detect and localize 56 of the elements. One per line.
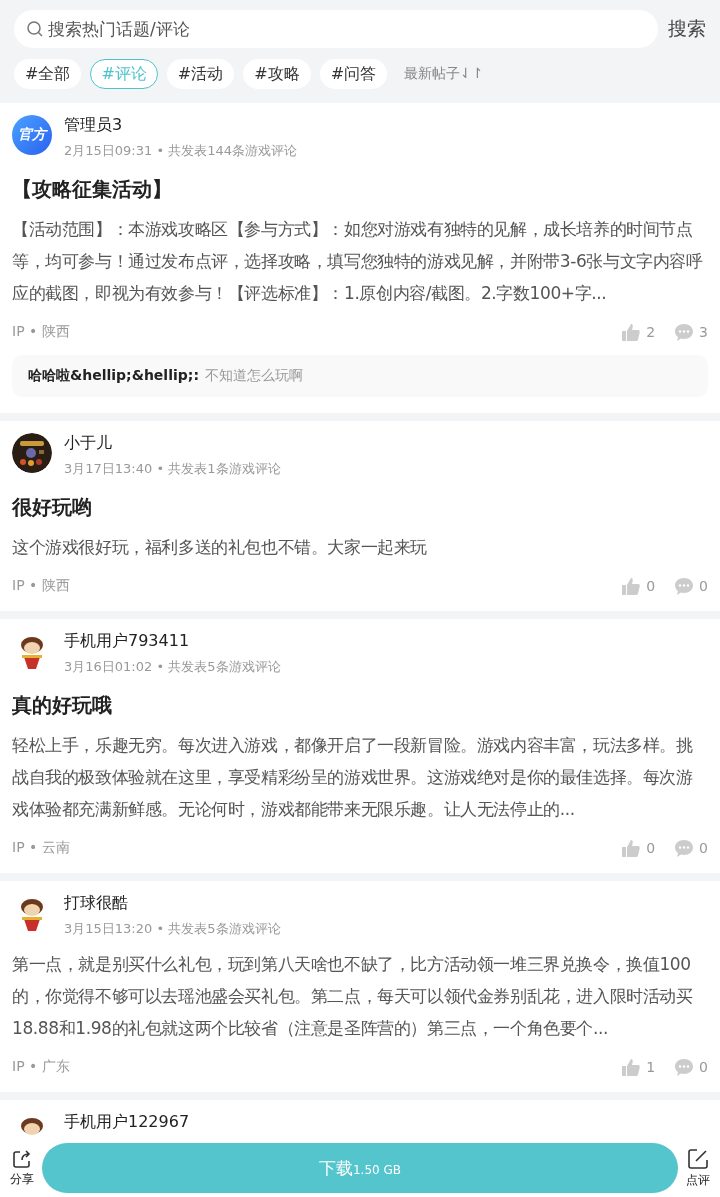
tag-chip[interactable]: #全部: [14, 59, 82, 89]
like-count: 0: [646, 578, 656, 594]
user-name: 管理员3: [64, 115, 124, 136]
comment-count: 0: [699, 1059, 708, 1075]
post-meta: 3月15日13:20 • 共发表5条游戏评论: [64, 920, 281, 938]
edit-icon: [687, 1147, 709, 1170]
post-card[interactable]: 手机用户122967 分享 下载1.50 GB 点评: [0, 1100, 720, 1197]
post-body: 第一点，就是别买什么礼包，玩到第八天啥也不缺了，比方活动领一堆三界兑换令，换值100的，你觉得不够可以去瑶池盛会买礼包。第二点，每天可以领代金券别乱花，进入限时活动买18.88和1.98的礼包就这两个比较省（注意是圣阵营的）第三点，一个角色要个...: [12, 953, 694, 1040]
thumbs-up-icon[interactable]: [622, 839, 641, 857]
post-body: 【活动范围】：本游戏攻略区【参与方式】：如您对游戏有独特的见解，成长培养的时间节点等，均可参与！通过发布点评，选择攻略，填写您独特的游戏见解，并附带3-6张与文字内容呼应的截图，即视为有效参与！【评选标准】：1.原创内容/截图。2.字数100+字...: [12, 218, 704, 305]
post-body: 轻松上手，乐趣无穷。每次进入游戏，都像开启了一段新冒险。游戏内容丰富，玩法多样。挑战自我的极致体验就在这里，享受精彩纷呈的游戏世界。这游戏绝对是你的最佳选择。每次游戏体验都充满新鲜感。无论何时，游戏都能带来无限乐趣。让人无法停止的...: [12, 734, 694, 821]
tag-chip[interactable]: #活动: [166, 59, 235, 89]
comment-icon[interactable]: [675, 839, 694, 857]
post-meta: 3月16日01:02 • 共发表5条游戏评论: [64, 658, 281, 676]
post-title: 【攻略征集活动】: [12, 176, 173, 203]
like-count: 1: [646, 1059, 656, 1075]
ip-location: IP • 广东: [12, 1058, 71, 1076]
review-button[interactable]: 点评: [686, 1147, 710, 1189]
user-name: 手机用户793411: [64, 631, 191, 652]
thumbs-up-icon[interactable]: [622, 323, 641, 341]
comment-count: 0: [699, 840, 708, 856]
post-card[interactable]: 手机用户793411 3月16日01:02 • 共发表5条游戏评论 真的好玩哦 轻松上手，乐趣无穷。每次进入游戏，都像开启了一段新冒险。游戏内容丰富，玩法多样。挑战自我的极致体验就在这里，享受精彩纷呈的游戏世界。这游戏绝对是你的最佳选择。每次游戏体验都充满新鲜感。无论何时，游戏都能带来无限乐趣。让人无法停止的... IP • 云南 0 0: [0, 619, 720, 873]
tag-chip[interactable]: #攻略: [243, 59, 311, 89]
tag-chip[interactable]: #问答: [319, 59, 388, 89]
post-body: 这个游戏很好玩，福利多送的礼包也不错。大家一起来玩: [12, 536, 428, 559]
avatar: 官方: [12, 115, 52, 155]
ip-location: IP • 云南: [12, 839, 71, 857]
thumbs-up-icon[interactable]: [622, 1058, 641, 1076]
reply-preview[interactable]: 哈哈啦&hellip;&hellip;: 不知道怎么玩啊: [12, 355, 708, 397]
post-title: 很好玩哟: [12, 494, 93, 521]
user-name: 小于儿: [64, 433, 113, 454]
post-meta: 3月17日13:40 • 共发表1条游戏评论: [64, 460, 281, 478]
comment-icon[interactable]: [675, 1058, 694, 1076]
post-meta: 2月15日09:31 • 共发表144条游戏评论: [64, 142, 298, 160]
comment-count: 3: [699, 324, 708, 340]
post-card[interactable]: [0, 103, 720, 413]
ip-location: IP • 陕西: [12, 577, 71, 595]
search-icon: [27, 21, 43, 37]
ip-location: IP • 陕西: [12, 323, 71, 341]
user-name: 手机用户122967: [64, 1112, 190, 1133]
search-field[interactable]: 搜索热门话题/评论: [14, 10, 658, 48]
comment-icon[interactable]: [675, 323, 694, 341]
share-icon: [12, 1148, 32, 1169]
search-button[interactable]: 搜索: [668, 16, 706, 42]
post-card[interactable]: 打球很酷 3月15日13:20 • 共发表5条游戏评论 第一点，就是别买什么礼包，玩到第八天啥也不缺了，比方活动领一堆三界兑换令，换值100的，你觉得不够可以去瑶池盛会买礼包。第二点，每天可以领代金券别乱花，进入限时活动买18.88和1.98的礼包就这两个比较省（注意是圣阵营的）第三点，一个角色要个... IP • 广东 1 0: [0, 881, 720, 1092]
post-title: 真的好玩哦: [12, 692, 113, 719]
reply-author: 哈哈啦&hellip;&hellip;:: [28, 367, 199, 383]
reply-text: 不知道怎么玩啊: [205, 367, 303, 383]
share-button[interactable]: 分享: [10, 1148, 34, 1188]
comment-count: 0: [699, 578, 708, 594]
like-count: 2: [646, 324, 656, 340]
user-name: 打球很酷: [64, 893, 129, 914]
thumbs-up-icon[interactable]: [622, 577, 641, 595]
post-card[interactable]: 小于儿 3月17日13:40 • 共发表1条游戏评论 很好玩哟 这个游戏很好玩，福利多送的礼包也不错。大家一起来玩 IP • 陕西 0 0: [0, 421, 720, 611]
like-count: 0: [646, 840, 656, 856]
comment-icon[interactable]: [675, 577, 694, 595]
